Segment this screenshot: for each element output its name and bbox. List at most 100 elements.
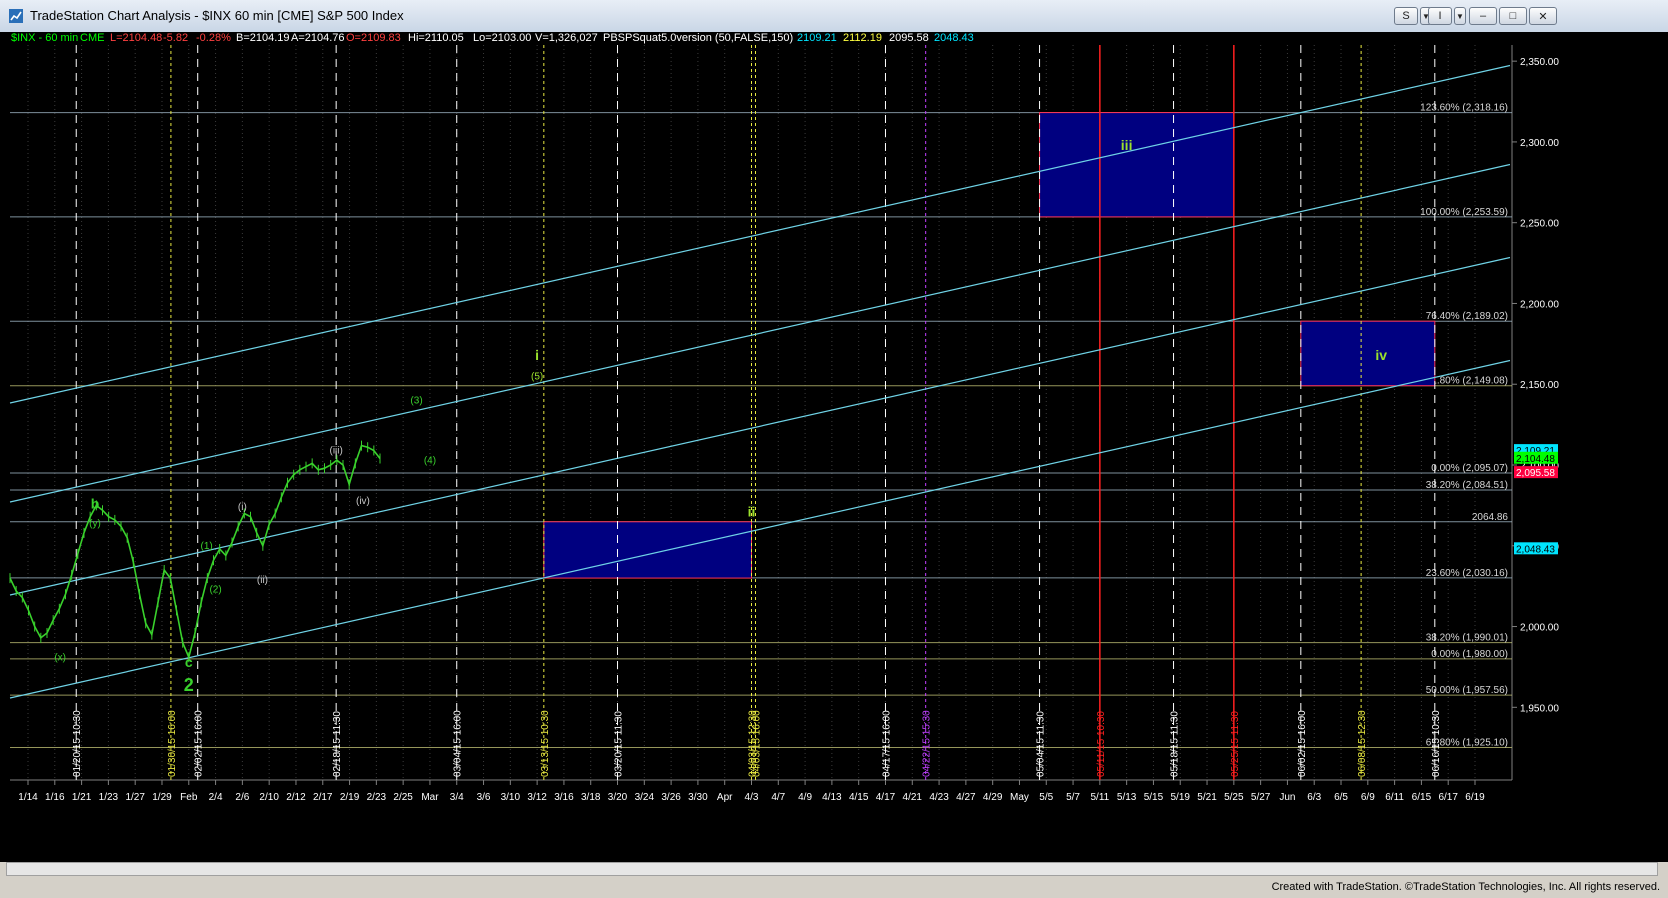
fib-level-label: 100.00% (2,253.59): [1420, 207, 1508, 218]
vertical-marker-label: 05/11/15 10:30: [1096, 711, 1107, 777]
status-change: -5.82: [163, 32, 188, 44]
vertical-marker-label: 02/02/15 16:00: [194, 710, 205, 777]
vertical-marker-label: 06/08/15 12:30: [1357, 710, 1368, 777]
y-tick-label: 2,150.00: [1520, 380, 1559, 391]
fib-level-label: 61.80% (2,149.08): [1426, 376, 1508, 387]
x-tick-label: 5/21: [1197, 792, 1217, 803]
credit-text: Created with TradeStation. ©TradeStation…: [1271, 881, 1660, 893]
y-tick-label: 1,950.00: [1520, 703, 1559, 714]
fib-level-label: 2064.86: [1472, 512, 1509, 523]
x-tick-label: 6/11: [1385, 792, 1404, 803]
wave-label: (i): [238, 502, 247, 513]
x-tick-label: 1/14: [18, 792, 38, 803]
tradestation-app-icon: [9, 9, 23, 23]
x-tick-label: 3/26: [661, 792, 681, 803]
status-pct: -0.28%: [196, 32, 231, 44]
x-tick-label: 3/6: [477, 792, 491, 803]
x-tick-label: 4/15: [849, 792, 869, 803]
vertical-marker-label: 01/30/15 16:00: [167, 710, 178, 777]
wave-label: (1): [201, 541, 213, 552]
y-tick-label: 2,000.00: [1520, 623, 1559, 634]
x-tick-label: 5/11: [1090, 792, 1109, 803]
x-tick-label: 5/19: [1171, 792, 1191, 803]
close-chart-button[interactable]: ✕: [1529, 7, 1557, 25]
maximize-button[interactable]: □: [1499, 7, 1527, 25]
status-last: L=2104.48: [110, 32, 162, 44]
x-tick-label: 2/6: [235, 792, 249, 803]
x-tick-label: 1/23: [99, 792, 119, 803]
status-bid: B=2104.19: [236, 32, 290, 44]
x-tick-label: 5/25: [1224, 792, 1244, 803]
x-tick-label: 3/16: [554, 792, 574, 803]
wave-label: 2: [184, 675, 194, 695]
wave-label: iv: [1375, 347, 1387, 363]
x-tick-label: Jun: [1279, 792, 1295, 803]
x-tick-label: 6/9: [1361, 792, 1375, 803]
fib-level-label: 76.40% (2,189.02): [1426, 311, 1508, 322]
x-tick-label: 3/4: [450, 792, 464, 803]
fib-level-label: 38.20% (1,990.01): [1426, 633, 1508, 644]
x-tick-label: 1/21: [72, 792, 92, 803]
x-tick-label: 2/10: [259, 792, 279, 803]
status-exchange: CME: [80, 32, 104, 44]
x-tick-label: 3/18: [581, 792, 601, 803]
x-tick-label: 4/17: [876, 792, 896, 803]
x-tick-label: 4/29: [983, 792, 1003, 803]
x-tick-label: 2/12: [286, 792, 306, 803]
vertical-marker-label: 03/13/15 10:30: [540, 710, 551, 777]
target-box-iv: [1300, 320, 1436, 387]
x-tick-label: 5/7: [1066, 792, 1080, 803]
x-tick-label: 3/24: [635, 792, 655, 803]
wave-label: b: [91, 496, 100, 512]
x-tick-label: 6/19: [1465, 792, 1485, 803]
fib-level-label: 123.60% (2,318.16): [1420, 103, 1508, 114]
x-tick-label: 3/20: [608, 792, 628, 803]
status-row: $INX - 60 min CME L=2104.48 -5.82 -0.28%…: [11, 32, 974, 44]
horizontal-scrollbar[interactable]: [6, 862, 1658, 876]
price-tag-label: 2,095.58: [1516, 468, 1555, 479]
target-box-ii: [543, 521, 752, 579]
vertical-marker-label: 03/20/15 11:30: [614, 711, 625, 777]
minimize-button[interactable]: –: [1469, 7, 1497, 25]
x-tick-label: 1/16: [45, 792, 65, 803]
i-dropdown-icon[interactable]: ▼: [1454, 7, 1466, 25]
status-v3: 2095.58: [889, 32, 929, 44]
x-tick-label: 3/10: [501, 792, 521, 803]
i-menu-button[interactable]: I: [1428, 7, 1452, 25]
status-symbol: $INX - 60 min: [11, 32, 78, 44]
x-tick-label: 1/27: [125, 792, 145, 803]
x-tick-label: 4/3: [745, 792, 759, 803]
x-tick-label: 3/12: [527, 792, 547, 803]
x-tick-label: Mar: [421, 792, 439, 803]
status-v1: 2109.21: [797, 32, 837, 44]
x-tick-label: 4/23: [929, 792, 949, 803]
title-bar[interactable]: TradeStation Chart Analysis - $INX 60 mi…: [0, 0, 1668, 33]
x-tick-label: 2/25: [393, 792, 413, 803]
fib-level-label: 38.20% (2,084.51): [1426, 480, 1508, 491]
price-tag-label: 2,048.43: [1516, 544, 1555, 555]
status-low: Lo=2103.00: [473, 32, 531, 44]
wave-label: (3): [410, 396, 422, 407]
price-chart[interactable]: $INX - 60 min CME L=2104.48 -5.82 -0.28%…: [0, 32, 1668, 862]
chart-background: [0, 32, 1668, 862]
x-tick-label: 6/17: [1438, 792, 1458, 803]
vertical-marker-label: 03/04/15 16:00: [453, 710, 464, 777]
wave-label: (iv): [356, 496, 370, 507]
footer-bar: Created with TradeStation. ©TradeStation…: [0, 878, 1668, 898]
s-menu-button[interactable]: S: [1394, 7, 1418, 25]
y-tick-label: 2,200.00: [1520, 299, 1559, 310]
y-tick-label: 2,300.00: [1520, 138, 1559, 149]
wave-label: (x): [54, 652, 66, 663]
x-tick-label: 3/30: [688, 792, 708, 803]
wave-label: c: [185, 654, 193, 670]
x-tick-label: Apr: [717, 792, 733, 803]
x-tick-label: 4/21: [903, 792, 923, 803]
fib-level-label: 23.60% (2,030.16): [1426, 568, 1508, 579]
x-tick-label: 6/15: [1412, 792, 1432, 803]
x-tick-label: 6/3: [1307, 792, 1321, 803]
x-tick-label: May: [1010, 792, 1029, 803]
wave-label: iii: [1121, 137, 1133, 153]
window-title: TradeStation Chart Analysis - $INX 60 mi…: [30, 8, 404, 23]
status-open: O=2109.83: [346, 32, 401, 44]
status-volume: V=1,326,027: [535, 32, 598, 44]
